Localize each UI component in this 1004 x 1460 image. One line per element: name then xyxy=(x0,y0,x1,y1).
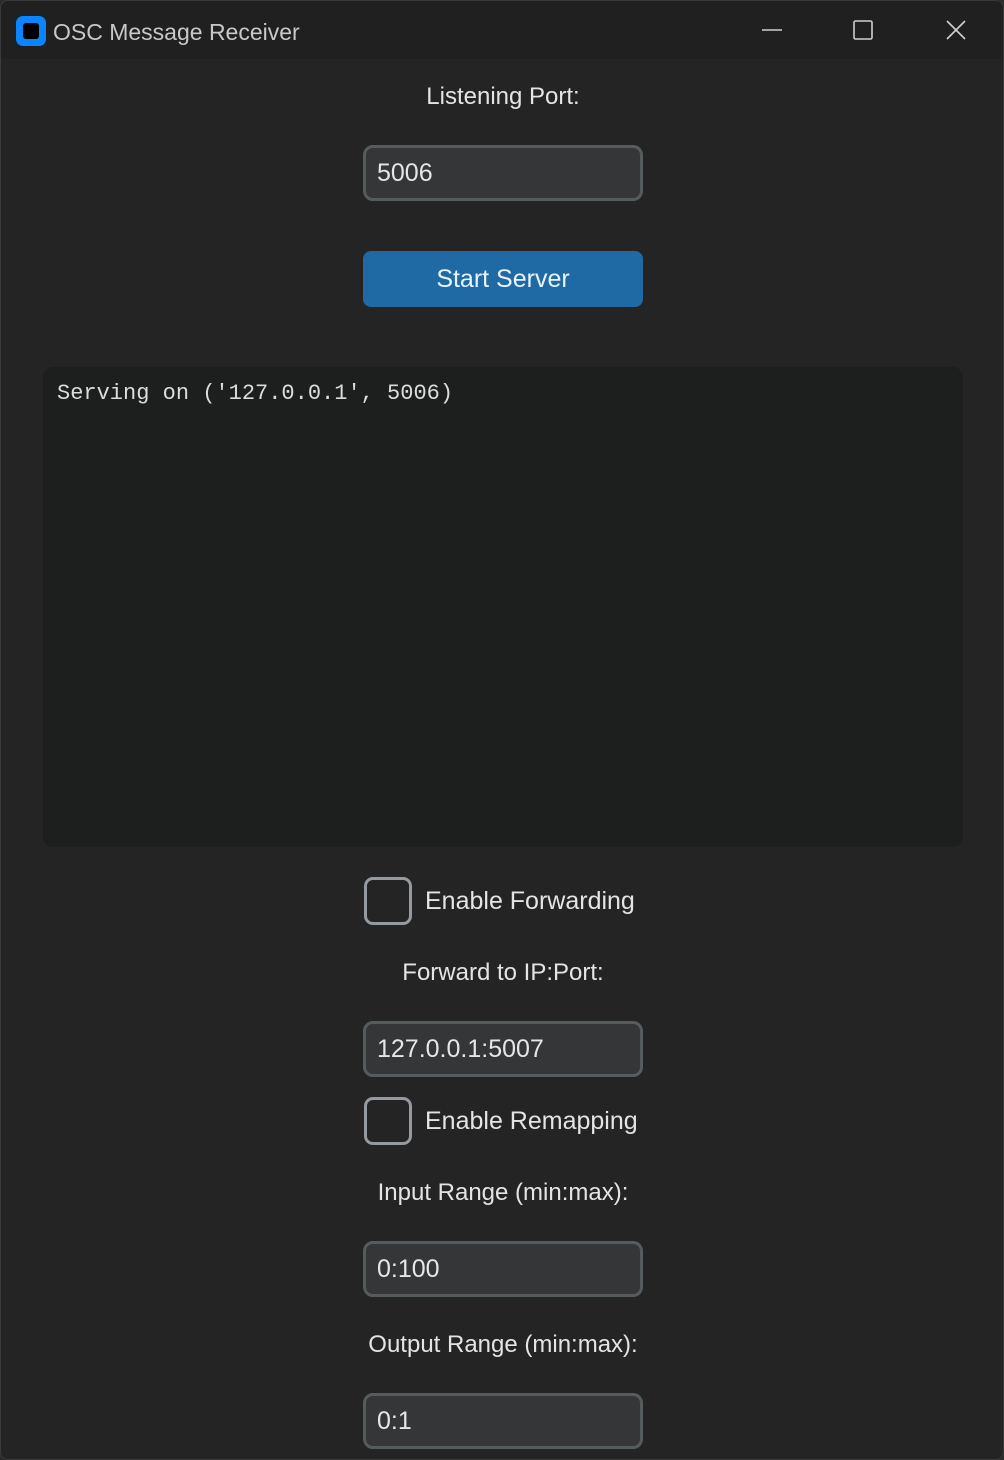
app-icon xyxy=(16,16,46,46)
output-range-label: Output Range (min:max): xyxy=(368,1331,638,1358)
enable-forwarding-checkbox[interactable]: Enable Forwarding xyxy=(364,877,635,925)
remapping-checkbox-box[interactable] xyxy=(364,1097,412,1145)
close-button[interactable] xyxy=(910,1,1002,59)
output-range-input[interactable] xyxy=(363,1393,643,1449)
listening-port-label: Listening Port: xyxy=(426,83,580,110)
listening-port-input[interactable] xyxy=(363,145,643,201)
enable-remapping-checkbox[interactable]: Enable Remapping xyxy=(364,1097,638,1145)
app-window: OSC Message Receiver Listening Port: Sta… xyxy=(0,0,1004,1460)
start-server-button[interactable]: Start Server xyxy=(363,251,643,307)
maximize-icon xyxy=(853,20,873,40)
forward-target-label: Forward to IP:Port: xyxy=(402,959,604,986)
title-bar[interactable]: OSC Message Receiver xyxy=(1,1,1003,59)
log-output[interactable]: Serving on ('127.0.0.1', 5006) xyxy=(43,367,963,847)
minimize-button[interactable] xyxy=(726,1,818,59)
close-icon xyxy=(946,20,966,40)
enable-remapping-label[interactable]: Enable Remapping xyxy=(425,1107,638,1136)
forwarding-checkbox-box[interactable] xyxy=(364,877,412,925)
input-range-label: Input Range (min:max): xyxy=(377,1179,629,1206)
enable-forwarding-label[interactable]: Enable Forwarding xyxy=(425,887,635,916)
minimize-icon xyxy=(762,29,782,31)
window-title: OSC Message Receiver xyxy=(53,19,300,45)
maximize-button[interactable] xyxy=(817,1,909,59)
forward-target-input[interactable] xyxy=(363,1021,643,1077)
input-range-input[interactable] xyxy=(363,1241,643,1297)
